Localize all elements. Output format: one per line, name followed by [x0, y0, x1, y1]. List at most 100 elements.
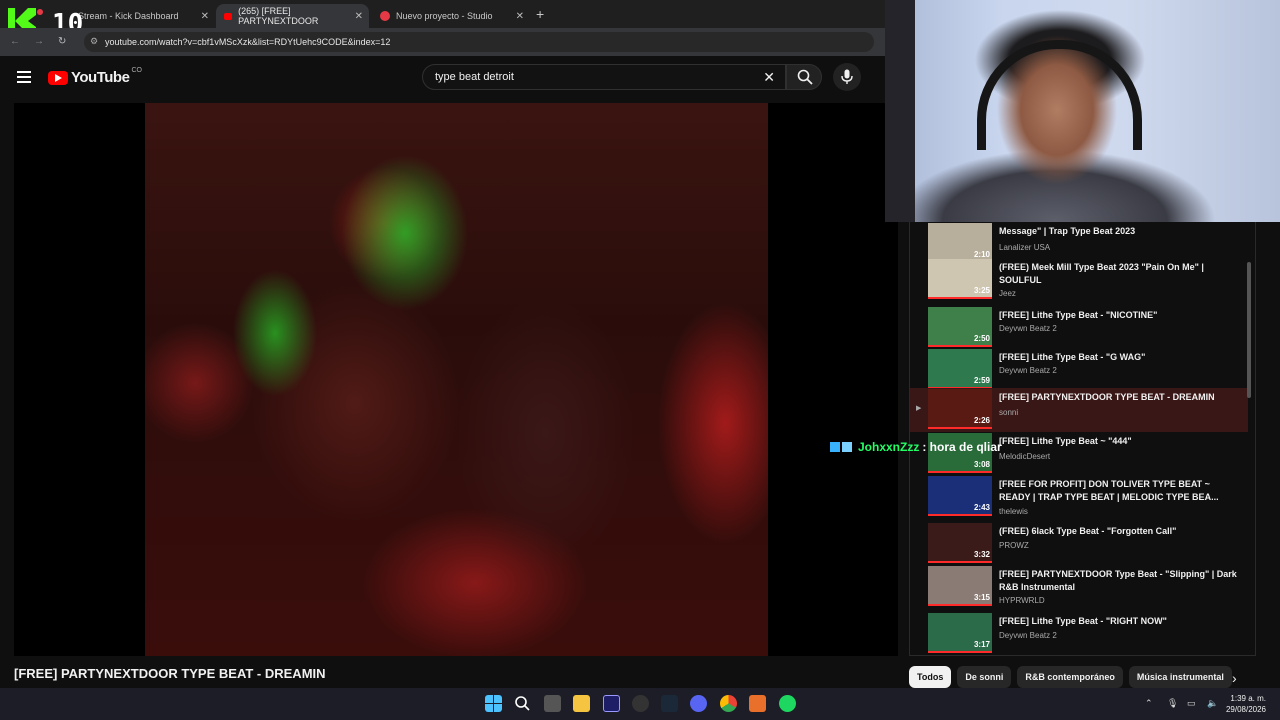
playlist-item[interactable]: 3:32 (FREE) 6lack Type Beat - "Forgotten…: [910, 522, 1250, 566]
webcam-overlay: [885, 0, 1280, 222]
url-field[interactable]: ⚙ youtube.com/watch?v=cbf1vMScXzk&list=R…: [84, 32, 874, 52]
playlist-item-title: [FREE] PARTYNEXTDOOR TYPE BEAT - DREAMIN: [999, 392, 1215, 402]
playlist-item-channel: Lanalizer USA: [999, 243, 1051, 252]
playlist-item-title: Message" | Trap Type Beat 2023: [999, 226, 1136, 236]
microphone-icon[interactable]: 🎙: [1167, 698, 1178, 709]
playlist-item-channel: thelewis: [999, 507, 1028, 516]
voice-search-button[interactable]: [833, 63, 861, 91]
chevron-right-icon[interactable]: ›: [1232, 670, 1237, 686]
playlist-item-channel: Deyvwn Beatz 2: [999, 631, 1057, 640]
app-icon[interactable]: [749, 695, 766, 712]
video-player[interactable]: [14, 103, 898, 656]
country-code: CO: [131, 67, 142, 74]
playlist-item-channel: PROWZ: [999, 541, 1029, 550]
youtube-logo[interactable]: YouTube CO: [48, 67, 142, 86]
discord-icon[interactable]: [690, 695, 707, 712]
playlist-item[interactable]: 3:15 [FREE] PARTYNEXTDOOR Type Beat - "S…: [910, 565, 1250, 609]
chip-all[interactable]: Todos: [909, 666, 952, 688]
chevron-up-icon[interactable]: ⌃: [1145, 698, 1153, 709]
video-frame[interactable]: [145, 103, 768, 656]
steam-icon[interactable]: [661, 695, 678, 712]
tab-label: Stream - Kick Dashboard: [78, 11, 179, 21]
site-info-icon[interactable]: ⚙: [90, 36, 98, 47]
duration: 2:43: [973, 503, 990, 512]
clock-time: 1:39 a. m.: [1230, 694, 1266, 703]
video-thumbnail: 3:15: [928, 566, 992, 606]
playlist-item-channel: sonni: [999, 408, 1019, 417]
video-thumbnail: 2:43: [928, 476, 992, 516]
video-thumbnail: 3:32: [928, 523, 992, 563]
chat-badge-icon: [830, 442, 840, 452]
chip-instrumental-music[interactable]: Música instrumental: [1128, 666, 1232, 688]
playlist-item-title: [FREE] Lithe Type Beat - "RIGHT NOW": [999, 616, 1167, 626]
duration: 3:25: [973, 286, 990, 295]
spotify-icon[interactable]: [779, 695, 796, 712]
playlist-item-current[interactable]: ▶ 2:26 [FREE] PARTYNEXTDOOR TYPE BEAT - …: [910, 388, 1248, 432]
playlist-item-channel: HYPRWRLD: [999, 596, 1045, 605]
clear-search-icon[interactable]: ✕: [763, 69, 775, 86]
playlist-item-channel: Jeez: [999, 289, 1016, 298]
playlist-item[interactable]: 3:17 [FREE] Lithe Type Beat - "RIGHT NOW…: [910, 612, 1250, 655]
video-thumbnail: 3:17: [928, 613, 992, 653]
duration: 2:59: [973, 376, 990, 385]
new-tab-icon[interactable]: +: [536, 6, 544, 22]
search-input[interactable]: type beat detroit ✕: [422, 64, 786, 90]
video-thumbnail: 2:50: [928, 307, 992, 347]
playlist-item-title: [FREE] Lithe Type Beat - "NICOTINE": [999, 310, 1158, 320]
chrome-icon[interactable]: [720, 695, 737, 712]
playlist-item[interactable]: 2:50 [FREE] Lithe Type Beat - "NICOTINE"…: [910, 306, 1250, 350]
task-view-icon[interactable]: [544, 695, 561, 712]
playlist-item-title: [FREE FOR PROFIT] DON TOLIVER TYPE BEAT …: [999, 479, 1219, 502]
chat-username: JohxxnZzz: [858, 440, 920, 454]
search-button[interactable]: [786, 64, 822, 90]
windows-start-icon[interactable]: [485, 695, 502, 712]
volume-icon[interactable]: 🔈: [1207, 698, 1218, 709]
video-thumbnail: 3:25: [928, 259, 992, 299]
search-query: type beat detroit: [435, 71, 514, 83]
tab-studio[interactable]: Nuevo proyecto - Studio ✕: [372, 4, 530, 28]
system-clock[interactable]: 1:39 a. m. 29/08/2026: [1226, 693, 1266, 715]
video-thumbnail: 2:59: [928, 349, 992, 389]
clock-date: 29/08/2026: [1225, 705, 1266, 714]
reload-icon[interactable]: ↻: [58, 36, 66, 47]
chip-contemporary-rnb[interactable]: R&B contemporáneo: [1017, 666, 1123, 688]
playlist-panel: 2:10 Message" | Trap Type Beat 2023 Lana…: [909, 222, 1256, 656]
duration: 2:50: [973, 334, 990, 343]
close-icon[interactable]: ✕: [516, 11, 524, 22]
forward-icon[interactable]: →: [34, 36, 44, 47]
premiere-pro-icon[interactable]: [603, 695, 620, 712]
youtube-favicon-icon: [224, 12, 233, 20]
video-thumbnail: 2:26: [928, 389, 992, 429]
close-icon[interactable]: ✕: [355, 11, 363, 22]
playlist-item[interactable]: 3:25 (FREE) Meek Mill Type Beat 2023 "Pa…: [910, 258, 1250, 302]
playlist-item[interactable]: 2:43 [FREE FOR PROFIT] DON TOLIVER TYPE …: [910, 475, 1250, 519]
search-icon: [797, 69, 813, 85]
file-explorer-icon[interactable]: [573, 695, 590, 712]
network-icon[interactable]: ▭: [1187, 698, 1196, 709]
menu-icon[interactable]: [17, 71, 31, 83]
tab-kick-dashboard[interactable]: Stream - Kick Dashboard ✕: [70, 4, 215, 28]
stream-chat-message: JohxxnZzz : hora de qliar: [830, 440, 1002, 454]
logo-text: YouTube: [71, 69, 130, 86]
back-icon[interactable]: ←: [10, 36, 20, 47]
chip-from-channel[interactable]: De sonni: [957, 666, 1012, 688]
playlist-item-title: (FREE) Meek Mill Type Beat 2023 "Pain On…: [999, 262, 1204, 285]
video-thumbnail: 2:10: [928, 223, 992, 263]
close-icon[interactable]: ✕: [201, 11, 209, 22]
playlist-item[interactable]: 3:08 [FREE] Lithe Type Beat ~ "444" Melo…: [910, 432, 1250, 476]
tab-youtube[interactable]: (265) [FREE] PARTYNEXTDOOR ✕: [216, 4, 369, 28]
obs-icon[interactable]: [632, 695, 649, 712]
search-icon[interactable]: [514, 695, 531, 712]
video-title: [FREE] PARTYNEXTDOOR TYPE BEAT - DREAMIN: [14, 666, 326, 681]
tab-label: Nuevo proyecto - Studio: [396, 11, 493, 21]
address-bar: ← → ↻ ⚙ youtube.com/watch?v=cbf1vMScXzk&…: [0, 28, 885, 56]
playlist-item-title: [FREE] Lithe Type Beat ~ "444": [999, 436, 1132, 446]
playlist-item-title: [FREE] Lithe Type Beat - "G WAG": [999, 352, 1146, 362]
playlist-scrollbar[interactable]: [1247, 262, 1251, 398]
playlist-item[interactable]: 2:59 [FREE] Lithe Type Beat - "G WAG" De…: [910, 348, 1250, 392]
duration: 3:17: [973, 640, 990, 649]
tab-label: (265) [FREE] PARTYNEXTDOOR: [238, 6, 319, 26]
recommendation-chips: Todos De sonni R&B contemporáneo Música …: [909, 666, 1232, 688]
chat-badge-icon: [842, 442, 852, 452]
microphone-icon: [841, 69, 853, 84]
